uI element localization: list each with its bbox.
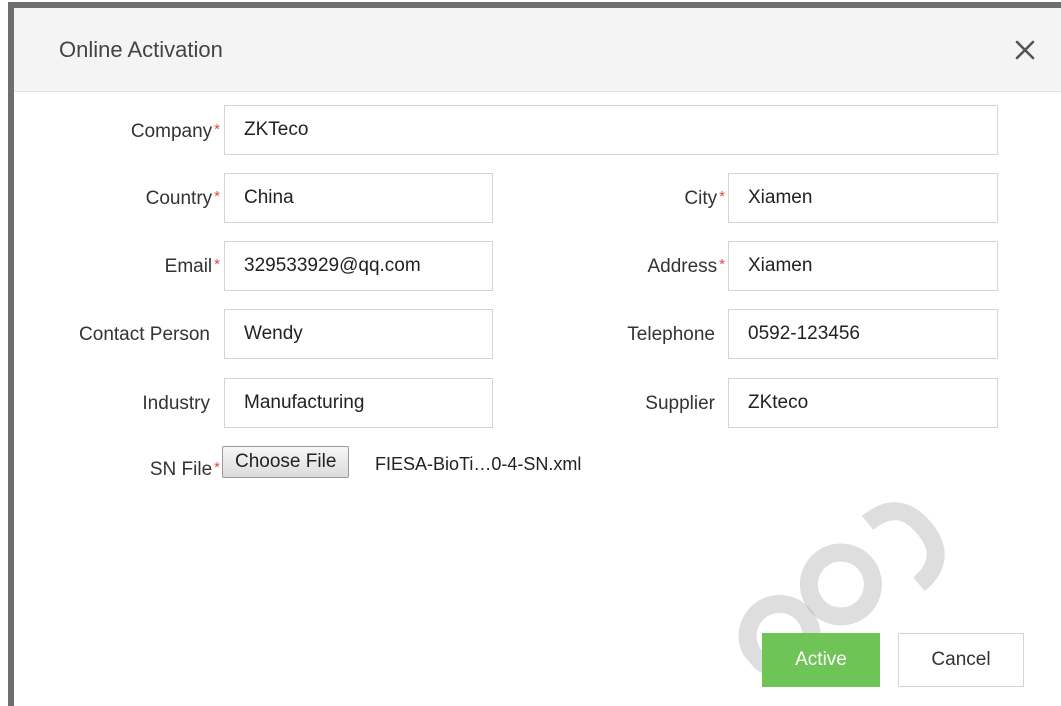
close-icon <box>1015 40 1035 60</box>
required-asterisk: * <box>214 188 220 205</box>
company-input[interactable] <box>224 105 998 155</box>
dialog-header: Online Activation <box>14 8 1061 92</box>
close-button[interactable] <box>1011 36 1039 64</box>
active-button[interactable]: Active <box>762 633 880 687</box>
city-label: City * <box>684 188 725 209</box>
required-asterisk: * <box>214 121 220 138</box>
email-label: Email * <box>164 256 220 277</box>
required-asterisk: * <box>719 188 725 205</box>
selected-file-name: FIESA-BioTi…0-4-SN.xml <box>375 454 582 474</box>
telephone-input[interactable] <box>728 309 998 359</box>
contact-person-label: Contact Person <box>79 324 210 345</box>
address-label: Address * <box>647 256 725 277</box>
required-asterisk: * <box>214 256 220 273</box>
supplier-input[interactable] <box>728 378 998 428</box>
industry-label: Industry <box>142 393 210 414</box>
country-label: Country * <box>145 188 220 209</box>
required-asterisk: * <box>214 459 220 476</box>
address-input[interactable] <box>728 241 998 291</box>
country-input[interactable] <box>224 173 493 223</box>
supplier-label: Supplier <box>645 393 715 414</box>
required-asterisk: * <box>719 256 725 273</box>
contact-person-input[interactable] <box>224 309 493 359</box>
online-activation-dialog: Online Activation Company* Country* City… <box>8 2 1061 706</box>
sn-file-label: SN File * <box>149 459 220 480</box>
company-label: Company * <box>130 121 220 142</box>
telephone-label: Telephone <box>627 324 715 345</box>
industry-input[interactable] <box>224 378 493 428</box>
cancel-button[interactable]: Cancel <box>898 633 1024 687</box>
city-input[interactable] <box>728 173 998 223</box>
email-input[interactable] <box>224 241 493 291</box>
choose-file-button[interactable]: Choose File <box>222 446 350 478</box>
dialog-title: Online Activation <box>59 37 223 62</box>
